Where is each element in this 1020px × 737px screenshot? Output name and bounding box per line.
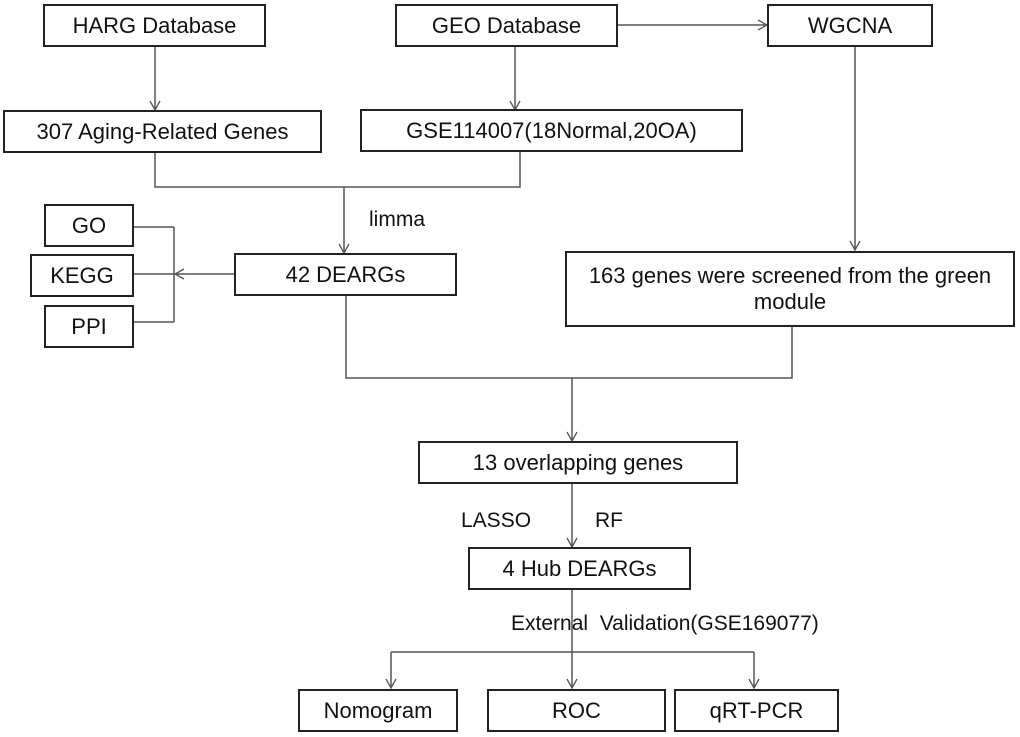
node-qrt-pcr: qRT-PCR: [674, 689, 839, 732]
node-geo-database: GEO Database: [395, 4, 618, 47]
node-green-module: 163 genes were screened from the green m…: [565, 251, 1015, 327]
label-lasso: LASSO: [461, 509, 532, 532]
label-rf: RF: [595, 509, 623, 532]
node-4-hub-deargs: 4 Hub DEARGs: [468, 547, 691, 590]
node-13-overlapping-genes: 13 overlapping genes: [418, 441, 738, 484]
node-go: GO: [44, 204, 134, 247]
node-roc-box: ROC: [487, 689, 666, 732]
node-gse114007: GSE114007(18Normal,20OA): [360, 109, 743, 152]
label-limma: limma: [369, 208, 425, 231]
node-ppi: PPI: [44, 305, 134, 348]
label-external-validation: External Validation(GSE169077): [511, 612, 819, 635]
edge-merge-to-deargs: [154, 152, 521, 188]
node-wgcna: WGCNA: [767, 4, 933, 47]
node-kegg: KEGG: [30, 254, 134, 297]
node-aging-related-genes: 307 Aging-Related Genes: [3, 110, 322, 153]
node-nomogram: Nomogram: [298, 689, 458, 732]
node-harg-database: HARG Database: [43, 4, 266, 47]
node-42-deargs: 42 DEARGs: [234, 253, 457, 296]
